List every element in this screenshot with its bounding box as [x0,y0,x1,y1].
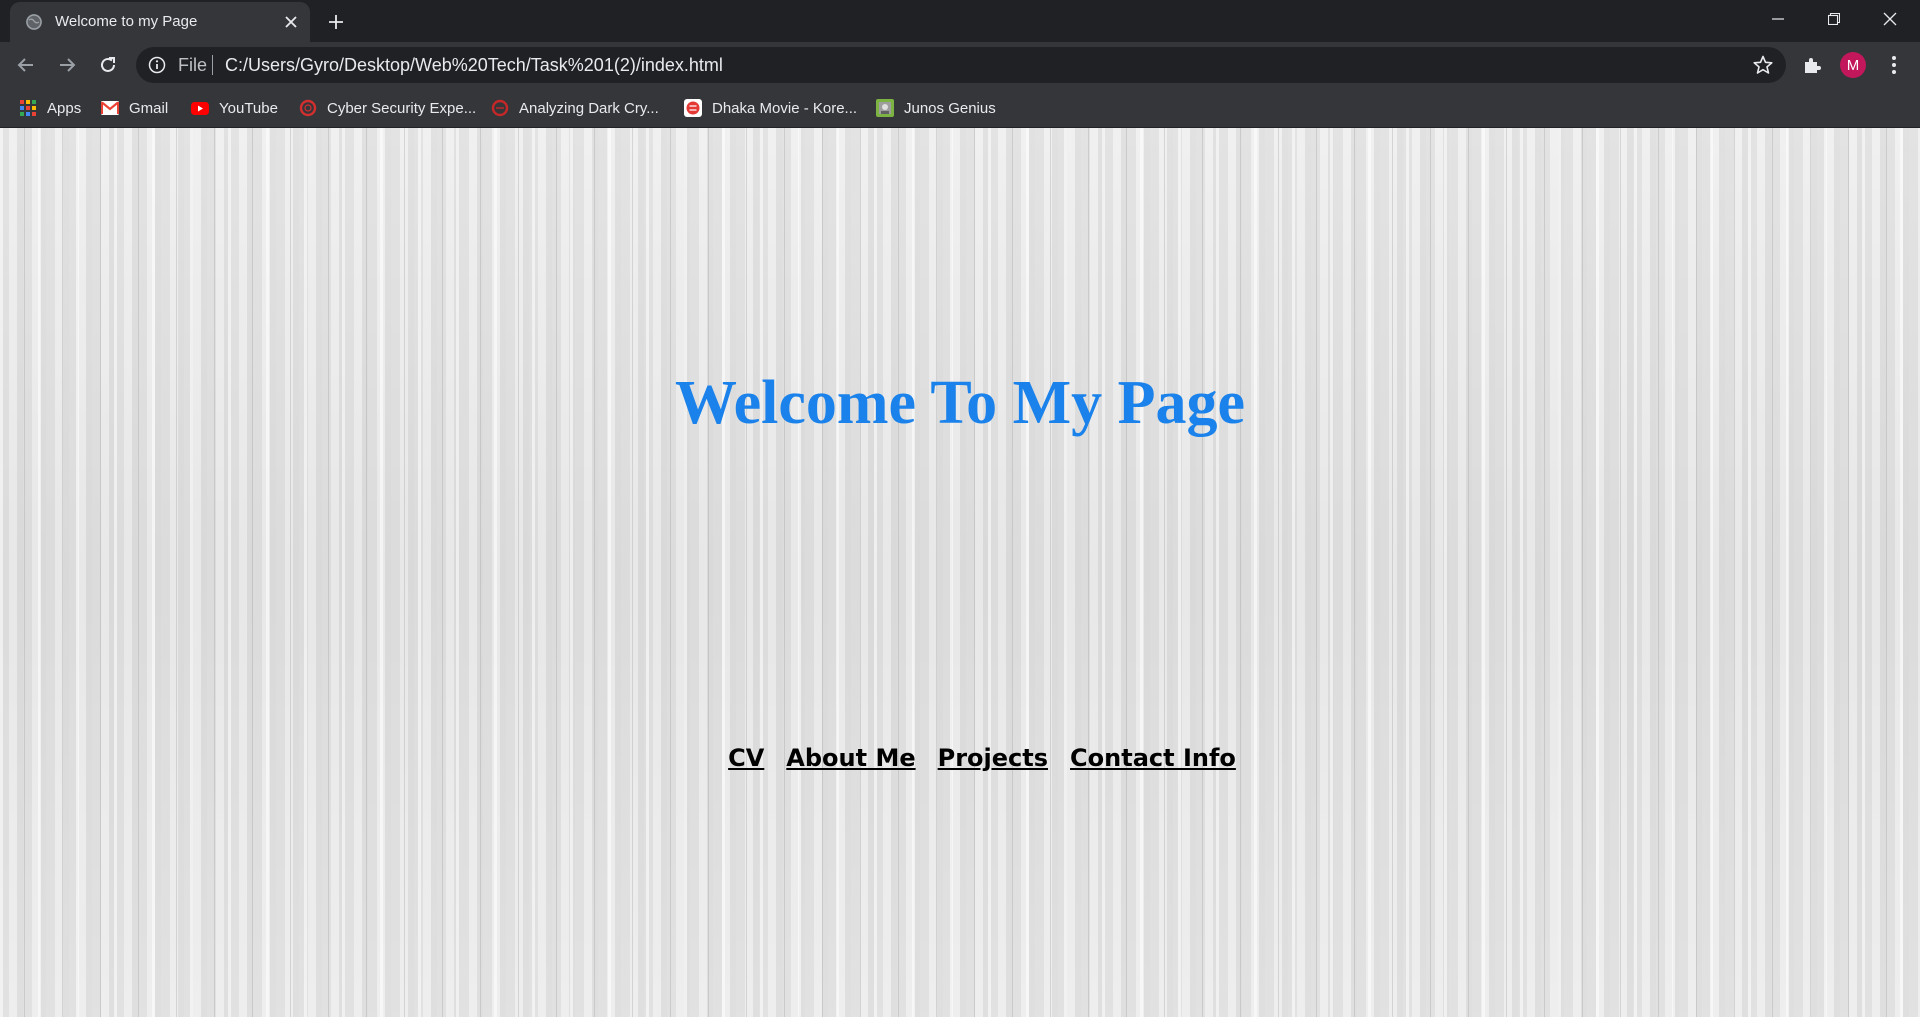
browser-toolbar: File C:/Users/Gyro/Desktop/Web%20Tech/Ta… [0,42,1920,88]
dhaka-movie-icon [684,99,702,117]
tab-strip: Welcome to my Page [0,0,1920,42]
page-content: Welcome To My Page CV About Me Projects … [0,128,1920,1017]
extensions-puzzle-icon[interactable] [1798,51,1826,79]
url-text[interactable]: C:/Users/Gyro/Desktop/Web%20Tech/Task%20… [225,55,723,76]
tab-close-icon[interactable] [280,11,302,33]
bookmark-junos-genius[interactable]: Junos Genius [876,96,996,120]
restore-icon[interactable] [1806,0,1862,38]
reload-icon[interactable] [92,49,124,81]
cyber-security-icon [299,99,317,117]
page-nav: CV About Me Projects Contact Info [0,744,1920,772]
new-tab-plus-icon[interactable] [322,8,350,36]
nav-link-about-me[interactable]: About Me [786,744,915,772]
bookmark-label: Cyber Security Expe... [327,99,477,117]
bookmark-dhaka-movie[interactable]: Dhaka Movie - Kore... [684,96,857,120]
bookmark-gmail[interactable]: Gmail [101,96,168,120]
bookmark-apps[interactable]: Apps [19,96,81,120]
apps-grid-icon [19,99,37,117]
profile-avatar[interactable]: M [1840,52,1866,78]
bookmark-star-icon[interactable] [1752,54,1774,76]
bookmarks-bar: Apps Gmail YouTube Cyber Security Expe..… [0,88,1920,128]
browser-window: Welcome to my Page File C:/Users/Gyro/De… [0,0,1920,1017]
gmail-icon [101,99,119,117]
nav-link-projects[interactable]: Projects [938,744,1048,772]
info-icon[interactable] [148,56,166,74]
bookmark-label: Dhaka Movie - Kore... [712,99,858,117]
bookmark-cyber-security[interactable]: Cyber Security Expe... [299,96,476,120]
globe-icon [26,14,42,30]
nav-link-cv[interactable]: CV [728,744,764,772]
bookmark-label: Apps [47,99,82,117]
bookmark-youtube[interactable]: YouTube [191,96,278,120]
youtube-icon [191,99,209,117]
bookmark-label: Analyzing Dark Cry... [519,99,659,117]
tab-title: Welcome to my Page [55,13,198,30]
dark-crypto-icon [491,99,509,117]
minimize-icon[interactable] [1750,0,1806,38]
address-bar[interactable]: File C:/Users/Gyro/Desktop/Web%20Tech/Ta… [136,47,1786,83]
menu-kebab-icon[interactable] [1880,51,1908,79]
bookmark-label: YouTube [219,99,278,117]
url-separator [212,55,213,75]
page-title: Welcome To My Page [675,369,1245,437]
nav-link-contact-info[interactable]: Contact Info [1070,744,1236,772]
forward-arrow-icon[interactable] [51,49,83,81]
close-window-icon[interactable] [1862,0,1918,38]
back-arrow-icon[interactable] [10,49,42,81]
bookmark-analyzing-dark[interactable]: Analyzing Dark Cry... [491,96,659,120]
tab-active[interactable]: Welcome to my Page [10,2,310,42]
bookmark-label: Gmail [129,99,169,117]
junos-genius-icon [876,99,894,117]
bookmark-label: Junos Genius [904,99,996,117]
url-scheme-label: File [178,55,208,75]
